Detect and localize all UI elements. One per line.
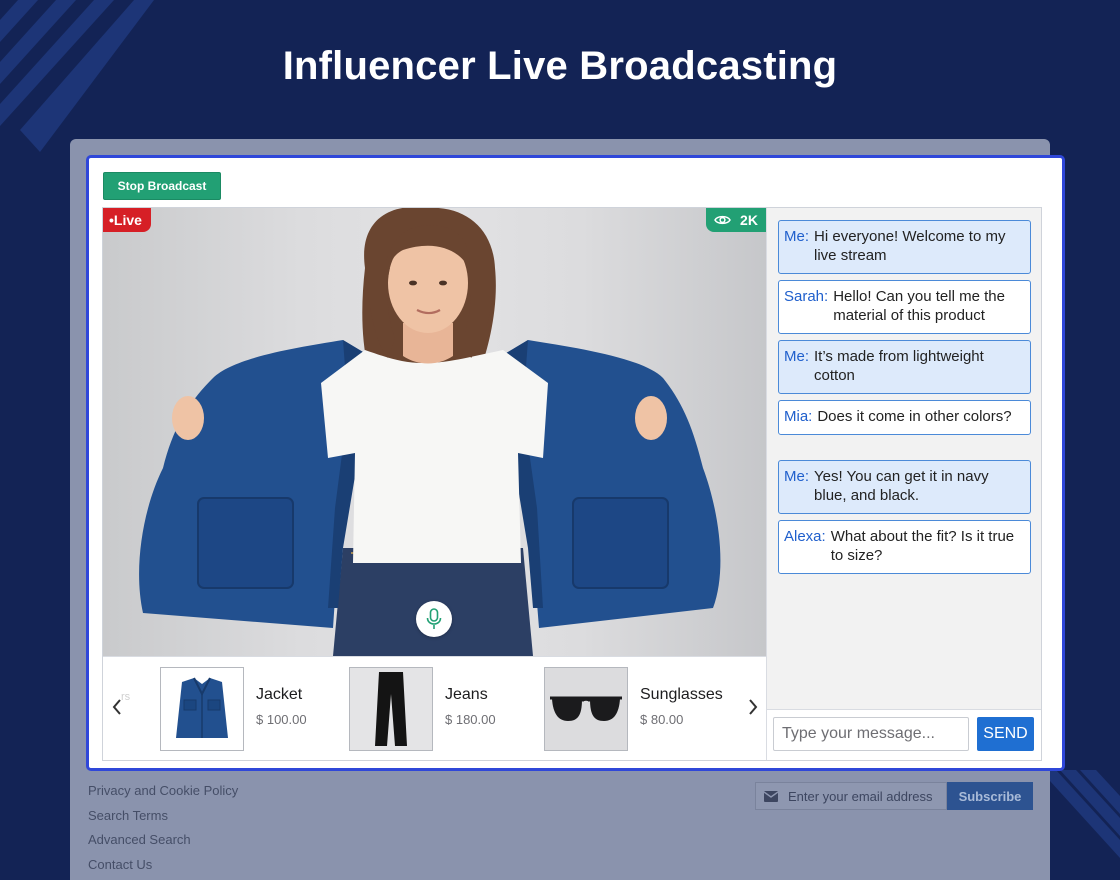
jeans-image <box>349 667 433 751</box>
footer-link-contact[interactable]: Contact Us <box>88 856 238 880</box>
footer-link-search-terms[interactable]: Search Terms <box>88 807 238 832</box>
viewer-count: 2K <box>740 212 758 228</box>
chat-sender: Alexa: <box>784 528 826 545</box>
footer-link-advanced-search[interactable]: Advanced Search <box>88 831 238 856</box>
chat-text: Does it come in other colors? <box>817 408 1012 425</box>
broadcast-stage: •Live 2K rs Jacket $ 100.00 Jeans $ 180.… <box>102 207 1042 761</box>
newsletter-email-field[interactable]: Enter your email address <box>755 782 947 810</box>
product-price: $ 80.00 <box>640 712 684 727</box>
newsletter-form: Enter your email address Subscribe <box>755 782 1033 810</box>
chat-sender: Mia: <box>784 408 813 425</box>
chat-panel: Me: Hi everyone! Welcome to my live stre… <box>766 208 1041 760</box>
carousel-next-button[interactable] <box>743 695 763 719</box>
subscribe-button[interactable]: Subscribe <box>947 782 1033 810</box>
influencer-video-frame <box>139 208 721 656</box>
product-carousel: rs Jacket $ 100.00 Jeans $ 180.00 Sungla… <box>103 656 766 760</box>
chat-text: Hello! Can you tell me the material of t… <box>833 288 1005 324</box>
chat-sender: Me: <box>784 348 810 365</box>
send-button[interactable]: SEND <box>977 717 1034 751</box>
product-price: $ 180.00 <box>445 712 496 727</box>
chat-message: Me: It’s made from lightweight cotton <box>778 340 1031 394</box>
chat-text: Yes! You can get it in navy blue, and bl… <box>814 468 989 504</box>
chat-message: Me: Yes! You can get it in navy blue, an… <box>778 460 1031 514</box>
chat-text: What about the fit? Is it true to size? <box>830 528 1015 564</box>
footer-link-privacy[interactable]: Privacy and Cookie Policy <box>88 782 238 807</box>
chat-sender: Me: <box>784 228 810 245</box>
eye-icon <box>714 215 731 225</box>
decorative-stripes <box>1040 770 1120 880</box>
product-name: Sunglasses <box>640 686 723 703</box>
chat-text: It’s made from lightweight cotton <box>814 348 984 384</box>
chat-message: Mia: Does it come in other colors? <box>778 400 1031 435</box>
newsletter-placeholder: Enter your email address <box>788 788 933 804</box>
chat-message: Sarah: Hello! Can you tell me the materi… <box>778 280 1031 334</box>
product-name: Jeans <box>445 686 488 703</box>
live-broadcast-panel: Stop Broadcast •Live 2K rs Jacket $ 100.… <box>86 155 1065 771</box>
chat-message: Alexa: What about the fit? Is it true to… <box>778 520 1031 574</box>
chat-message: Me: Hi everyone! Welcome to my live stre… <box>778 220 1031 274</box>
jacket-image <box>160 667 244 751</box>
footer-links: Privacy and Cookie Policy Search Terms A… <box>88 782 238 880</box>
product-card-sunglasses[interactable]: Sunglasses $ 80.00 <box>544 667 723 751</box>
microphone-icon <box>426 608 442 629</box>
product-card-jacket[interactable]: Jacket $ 100.00 <box>160 667 307 751</box>
envelope-icon <box>764 790 778 802</box>
product-price: $ 100.00 <box>256 712 307 727</box>
chat-sender: Me: <box>784 468 810 485</box>
microphone-button[interactable] <box>416 601 452 637</box>
chat-sender: Sarah: <box>784 288 829 305</box>
video-feed: •Live 2K <box>103 208 766 656</box>
chat-text: Hi everyone! Welcome to my live stream <box>814 228 1006 264</box>
page-title: Influencer Live Broadcasting <box>282 44 838 88</box>
chat-message-input[interactable] <box>773 717 969 751</box>
chevron-right-icon <box>749 699 758 715</box>
stop-broadcast-button[interactable]: Stop Broadcast <box>103 172 221 200</box>
chat-composer: SEND <box>767 709 1041 760</box>
sunglasses-image <box>544 667 628 751</box>
product-card-jeans[interactable]: Jeans $ 180.00 <box>349 667 496 751</box>
live-badge: •Live <box>103 208 151 232</box>
product-name: Jacket <box>256 686 303 703</box>
viewer-count-badge: 2K <box>706 208 766 232</box>
carousel-partial-item: rs <box>121 691 131 703</box>
